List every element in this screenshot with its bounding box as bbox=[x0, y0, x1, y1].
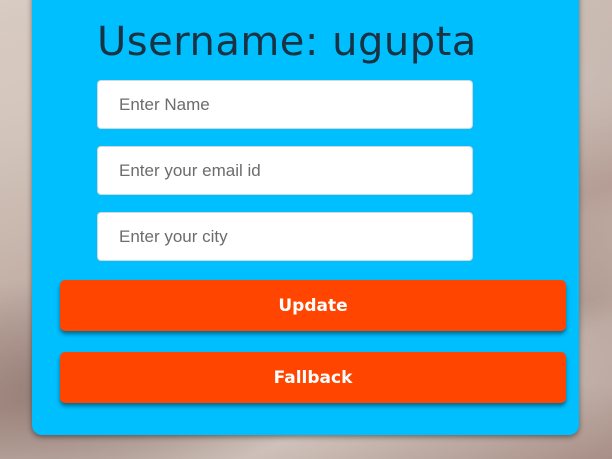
fallback-button[interactable]: Fallback bbox=[60, 352, 566, 403]
page-title: Username: ugupta bbox=[97, 19, 477, 65]
update-button[interactable]: Update bbox=[60, 280, 566, 331]
city-input[interactable] bbox=[97, 212, 473, 261]
name-input[interactable] bbox=[97, 80, 473, 129]
profile-form-card: Username: ugupta Update Fallback bbox=[32, 0, 579, 435]
email-input[interactable] bbox=[97, 146, 473, 195]
